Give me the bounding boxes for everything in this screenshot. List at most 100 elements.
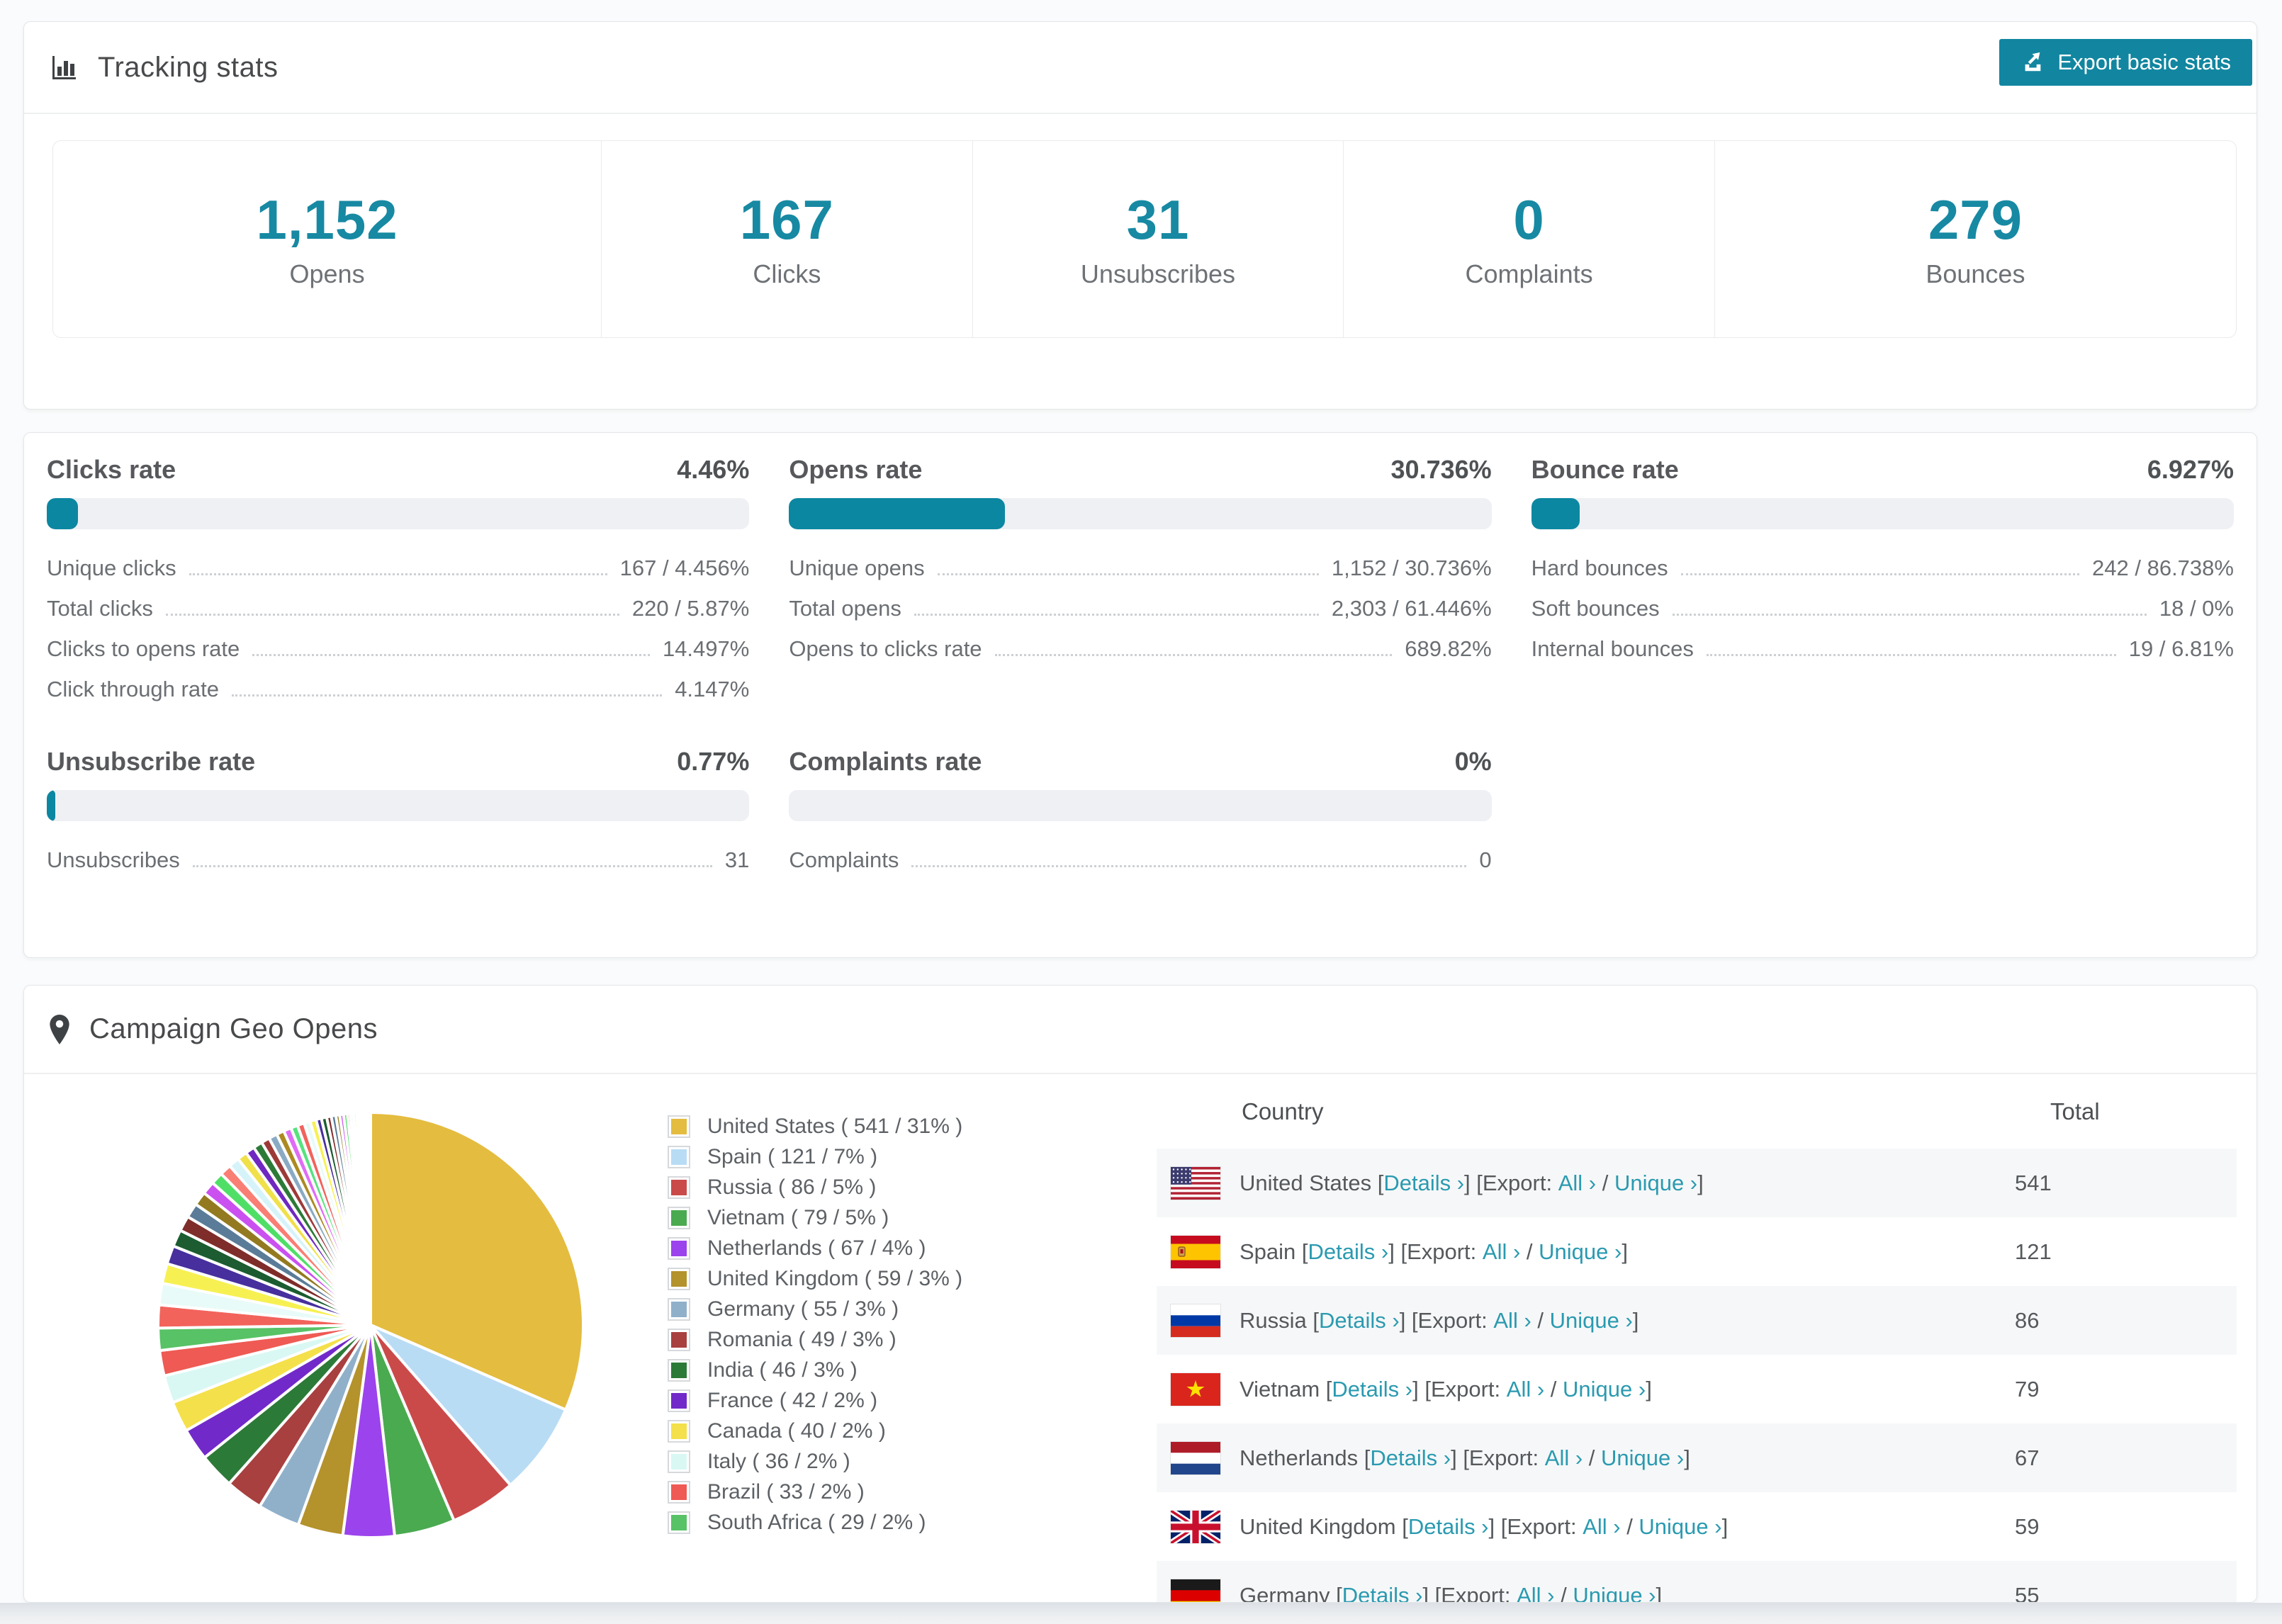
stat-cell-unsubscribes: 31 Unsubscribes bbox=[972, 141, 1344, 337]
export-all-link[interactable]: All › bbox=[1517, 1583, 1554, 1603]
legend-label: Netherlands ( 67 / 4% ) bbox=[707, 1236, 926, 1260]
campaign-geo-opens-card: Campaign Geo Opens United States ( 541 /… bbox=[23, 985, 2257, 1603]
export-unique-link[interactable]: Unique › bbox=[1550, 1308, 1633, 1333]
rate-title: Clicks rate bbox=[47, 455, 176, 484]
flag-es-icon bbox=[1171, 1235, 1220, 1268]
geo-row-germany: Germany [Details ›] [Export: All › / Uni… bbox=[1157, 1561, 2237, 1603]
legend-label: Russia ( 86 / 5% ) bbox=[707, 1175, 877, 1199]
rate-head: Unsubscribe rate 0.77% bbox=[47, 742, 749, 782]
export-all-link[interactable]: All › bbox=[1493, 1308, 1531, 1333]
stat-label: Opens bbox=[289, 259, 365, 288]
geo-header: Campaign Geo Opens bbox=[24, 986, 2256, 1074]
stat-cell-bounces: 279 Bounces bbox=[1714, 141, 2236, 337]
progress-bar-fill bbox=[789, 498, 1006, 529]
legend-item-canada: Canada ( 40 / 2% ) bbox=[668, 1416, 962, 1446]
details-link[interactable]: Details › bbox=[1332, 1377, 1412, 1402]
dotted-leader bbox=[914, 614, 1319, 616]
dotted-leader bbox=[231, 694, 663, 697]
rate-row-value: 14.497% bbox=[662, 636, 750, 661]
export-all-link[interactable]: All › bbox=[1483, 1239, 1520, 1265]
export-unique-link[interactable]: Unique › bbox=[1639, 1514, 1721, 1540]
flag-de-icon bbox=[1171, 1579, 1220, 1602]
geo-title: Campaign Geo Opens bbox=[89, 1013, 378, 1044]
rate-title: Bounce rate bbox=[1531, 455, 1679, 484]
country-cell-wrap: Russia [Details ›] [Export: All › / Uniq… bbox=[1157, 1286, 2015, 1355]
legend-label: Romania ( 49 / 3% ) bbox=[707, 1327, 896, 1351]
rate-row-label: Unsubscribes bbox=[47, 847, 180, 872]
geo-pie-legend: United States ( 541 / 31% ) Spain ( 121 /… bbox=[668, 1111, 962, 1538]
rate-row-value: 167 / 4.456% bbox=[619, 555, 750, 580]
country-cell-wrap: Netherlands [Details ›] [Export: All › /… bbox=[1157, 1423, 2015, 1492]
dotted-leader bbox=[189, 573, 607, 575]
dotted-leader bbox=[252, 654, 650, 656]
country-column-header: Country bbox=[1242, 1098, 1324, 1124]
rate-head: Clicks rate 4.46% bbox=[47, 450, 749, 490]
pie-svg bbox=[157, 1110, 585, 1539]
legend-item-spain: Spain ( 121 / 7% ) bbox=[668, 1141, 962, 1172]
rates-grid: Clicks rate 4.46% Unique clicks 167 / 4.456… bbox=[24, 433, 2256, 897]
total-column-header: Total bbox=[2050, 1098, 2100, 1124]
rate-row-value: 2,303 / 61.446% bbox=[1331, 595, 1492, 621]
country-cell: Germany [Details ›] [Export: All › / Uni… bbox=[1157, 1561, 2015, 1603]
export-all-link[interactable]: All › bbox=[1558, 1171, 1596, 1196]
country-cell: United Kingdom [Details ›] [Export: All … bbox=[1157, 1492, 2015, 1561]
export-unique-link[interactable]: Unique › bbox=[1573, 1583, 1656, 1603]
rate-panel-bounce-rate: Bounce rate 6.927% Hard bounces 242 / 86.73… bbox=[1531, 450, 2234, 709]
export-all-link[interactable]: All › bbox=[1583, 1514, 1620, 1540]
export-unique-link[interactable]: Unique › bbox=[1614, 1171, 1697, 1196]
export-all-link[interactable]: All › bbox=[1545, 1445, 1583, 1471]
rate-row-label: Complaints bbox=[789, 847, 899, 872]
geo-row-vietnam: Vietnam [Details ›] [Export: All › / Uni… bbox=[1157, 1355, 2237, 1423]
dotted-leader bbox=[911, 865, 1467, 867]
flag-ru-icon bbox=[1171, 1304, 1220, 1337]
bar-chart-icon bbox=[50, 53, 78, 81]
stat-cell-opens: 1,152 Opens bbox=[53, 141, 601, 337]
stat-value: 0 bbox=[1513, 188, 1545, 251]
legend-swatch bbox=[668, 1236, 690, 1260]
dotted-leader bbox=[1706, 654, 2116, 656]
rate-row-value: 31 bbox=[724, 847, 750, 872]
details-link[interactable]: Details › bbox=[1319, 1308, 1400, 1333]
legend-item-france: France ( 42 / 2% ) bbox=[668, 1385, 962, 1416]
export-unique-link[interactable]: Unique › bbox=[1601, 1445, 1684, 1471]
rate-rows: Complaints 0 bbox=[789, 840, 1491, 880]
export-all-link[interactable]: All › bbox=[1507, 1377, 1544, 1402]
geo-row-united-kingdom: United Kingdom [Details ›] [Export: All … bbox=[1157, 1492, 2237, 1561]
export-unique-link[interactable]: Unique › bbox=[1539, 1239, 1621, 1265]
geo-pie-chart[interactable] bbox=[140, 1094, 602, 1556]
details-link[interactable]: Details › bbox=[1342, 1583, 1423, 1603]
flag-gb-icon bbox=[1171, 1510, 1220, 1543]
stat-label: Bounces bbox=[1926, 259, 2025, 288]
rate-row-value: 220 / 5.87% bbox=[631, 595, 750, 621]
export-basic-stats-button[interactable]: Export basic stats bbox=[1999, 39, 2252, 86]
rate-title: Complaints rate bbox=[789, 747, 982, 776]
rate-head: Opens rate 30.736% bbox=[789, 450, 1491, 490]
stat-label: Complaints bbox=[1465, 259, 1593, 288]
details-link[interactable]: Details › bbox=[1370, 1445, 1451, 1471]
details-link[interactable]: Details › bbox=[1383, 1171, 1464, 1196]
rate-panel-opens-rate: Opens rate 30.736% Unique opens 1,152 / 30.… bbox=[789, 450, 1492, 709]
total-value: 55 bbox=[2015, 1582, 2040, 1603]
stats-band: 1,152 Opens 167 Clicks 31 Unsubscribes 0 Compla… bbox=[52, 140, 2237, 338]
export-unique-link[interactable]: Unique › bbox=[1563, 1377, 1646, 1402]
legend-swatch bbox=[668, 1175, 690, 1199]
map-pin-icon bbox=[50, 1014, 69, 1044]
rate-panel-complaints-rate: Complaints rate 0% Complaints 0 bbox=[789, 742, 1492, 880]
legend-label: South Africa ( 29 / 2% ) bbox=[707, 1510, 926, 1534]
legend-swatch bbox=[668, 1328, 690, 1351]
rate-row-value: 689.82% bbox=[1405, 636, 1492, 661]
rate-row-opens-to-clicks-rate: Opens to clicks rate 689.82% bbox=[789, 628, 1491, 669]
stat-label: Clicks bbox=[753, 259, 821, 288]
rate-row-label: Opens to clicks rate bbox=[789, 636, 982, 661]
rate-title: Unsubscribe rate bbox=[47, 747, 256, 776]
details-link[interactable]: Details › bbox=[1308, 1239, 1389, 1265]
rate-row-internal-bounces: Internal bounces 19 / 6.81% bbox=[1531, 628, 2234, 669]
progress-bar bbox=[789, 498, 1492, 529]
rate-value: 4.46% bbox=[677, 455, 750, 484]
legend-swatch bbox=[668, 1450, 690, 1473]
details-link[interactable]: Details › bbox=[1408, 1514, 1489, 1540]
stat-value: 1,152 bbox=[256, 188, 398, 251]
country-name: Vietnam bbox=[1240, 1376, 1320, 1402]
total-value: 79 bbox=[2015, 1376, 2040, 1402]
rate-row-label: Soft bounces bbox=[1531, 595, 1660, 621]
